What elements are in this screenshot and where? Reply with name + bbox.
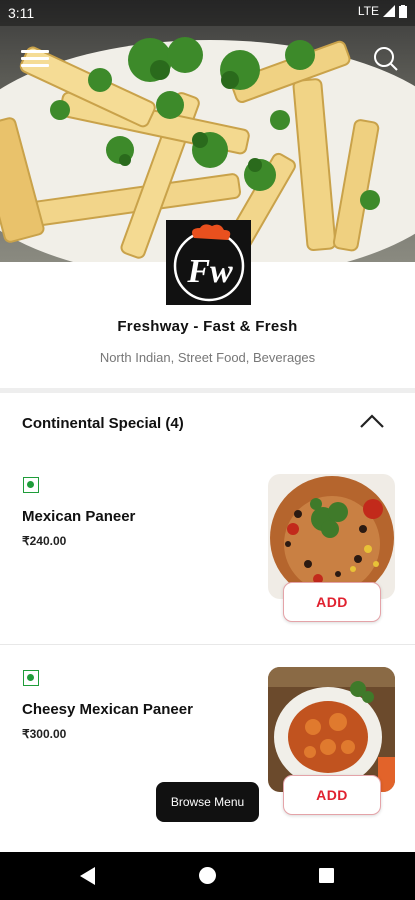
item-name: Mexican Paneer [22, 508, 136, 525]
signal-icon [383, 5, 395, 17]
veg-icon [23, 477, 39, 493]
section-title: Continental Special (4) [22, 415, 184, 432]
add-button[interactable]: ADD [283, 775, 381, 815]
item-name: Cheesy Mexican Paneer [22, 701, 193, 718]
system-nav-bar [0, 852, 415, 900]
item-image [268, 667, 395, 792]
restaurant-name: Freshway - Fast & Fresh [117, 318, 298, 335]
battery-icon [399, 4, 407, 18]
status-time: 3:11 [8, 5, 35, 21]
status-bar: 3:11 LTE [0, 0, 415, 26]
search-icon[interactable] [370, 44, 400, 74]
veg-icon [23, 670, 39, 686]
menu-icon[interactable] [21, 46, 49, 70]
add-button[interactable]: ADD [283, 582, 381, 622]
status-icons: LTE [358, 4, 407, 18]
item-image [268, 474, 395, 599]
menu-item: Mexican Paneer ₹240.00 ADD [0, 452, 415, 644]
logo-text: Fw [186, 253, 233, 290]
recents-icon[interactable] [319, 868, 334, 883]
item-price: ₹240.00 [22, 534, 67, 548]
restaurant-logo: Fw [166, 220, 251, 305]
restaurant-cuisine: North Indian, Street Food, Beverages [99, 350, 316, 365]
back-icon[interactable] [80, 867, 96, 885]
section-header[interactable]: Continental Special (4) [0, 393, 415, 453]
network-label: LTE [357, 4, 379, 18]
chevron-up-icon[interactable] [358, 411, 386, 431]
home-icon[interactable] [199, 867, 216, 884]
browse-menu-button[interactable]: Browse Menu [156, 782, 259, 822]
item-price: ₹300.00 [22, 727, 67, 741]
